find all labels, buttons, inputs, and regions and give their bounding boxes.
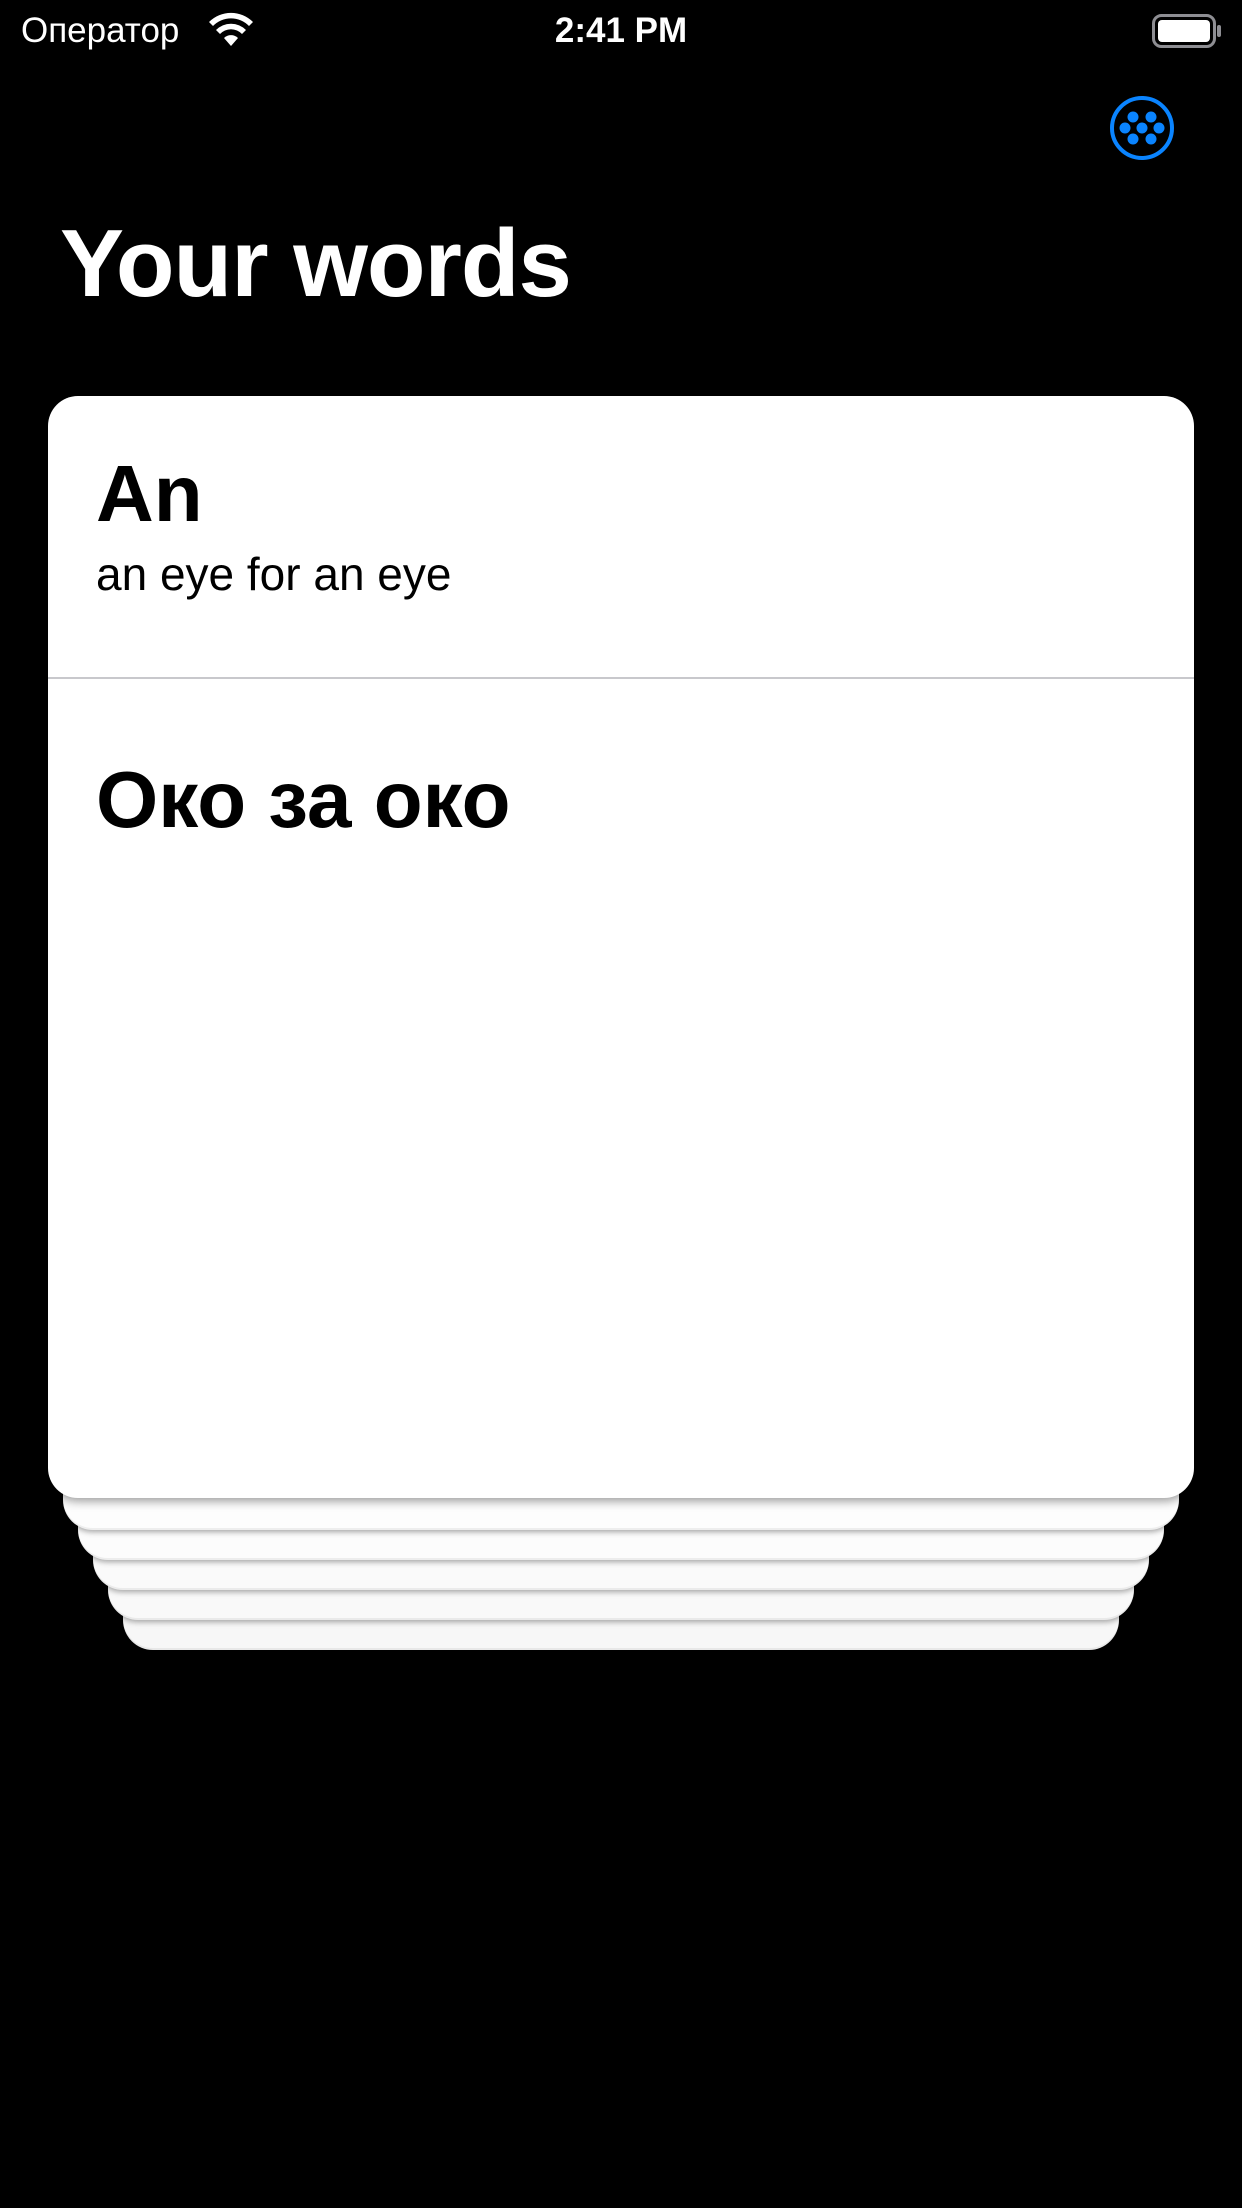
card-translation: Око за око (96, 755, 511, 844)
card-divider (48, 677, 1194, 679)
page-title: Your words (60, 210, 572, 317)
dots-grid-icon[interactable] (1109, 95, 1175, 161)
card-header: An an eye for an eye (48, 396, 1194, 678)
card-example: an eye for an eye (96, 548, 452, 600)
status-bar: Оператор 2:41 PM (0, 0, 1242, 62)
battery-icon (1152, 14, 1221, 48)
status-time: 2:41 PM (554, 11, 688, 50)
word-card[interactable]: An an eye for an eye Око за око (48, 396, 1194, 1498)
card-word: An (96, 449, 203, 538)
